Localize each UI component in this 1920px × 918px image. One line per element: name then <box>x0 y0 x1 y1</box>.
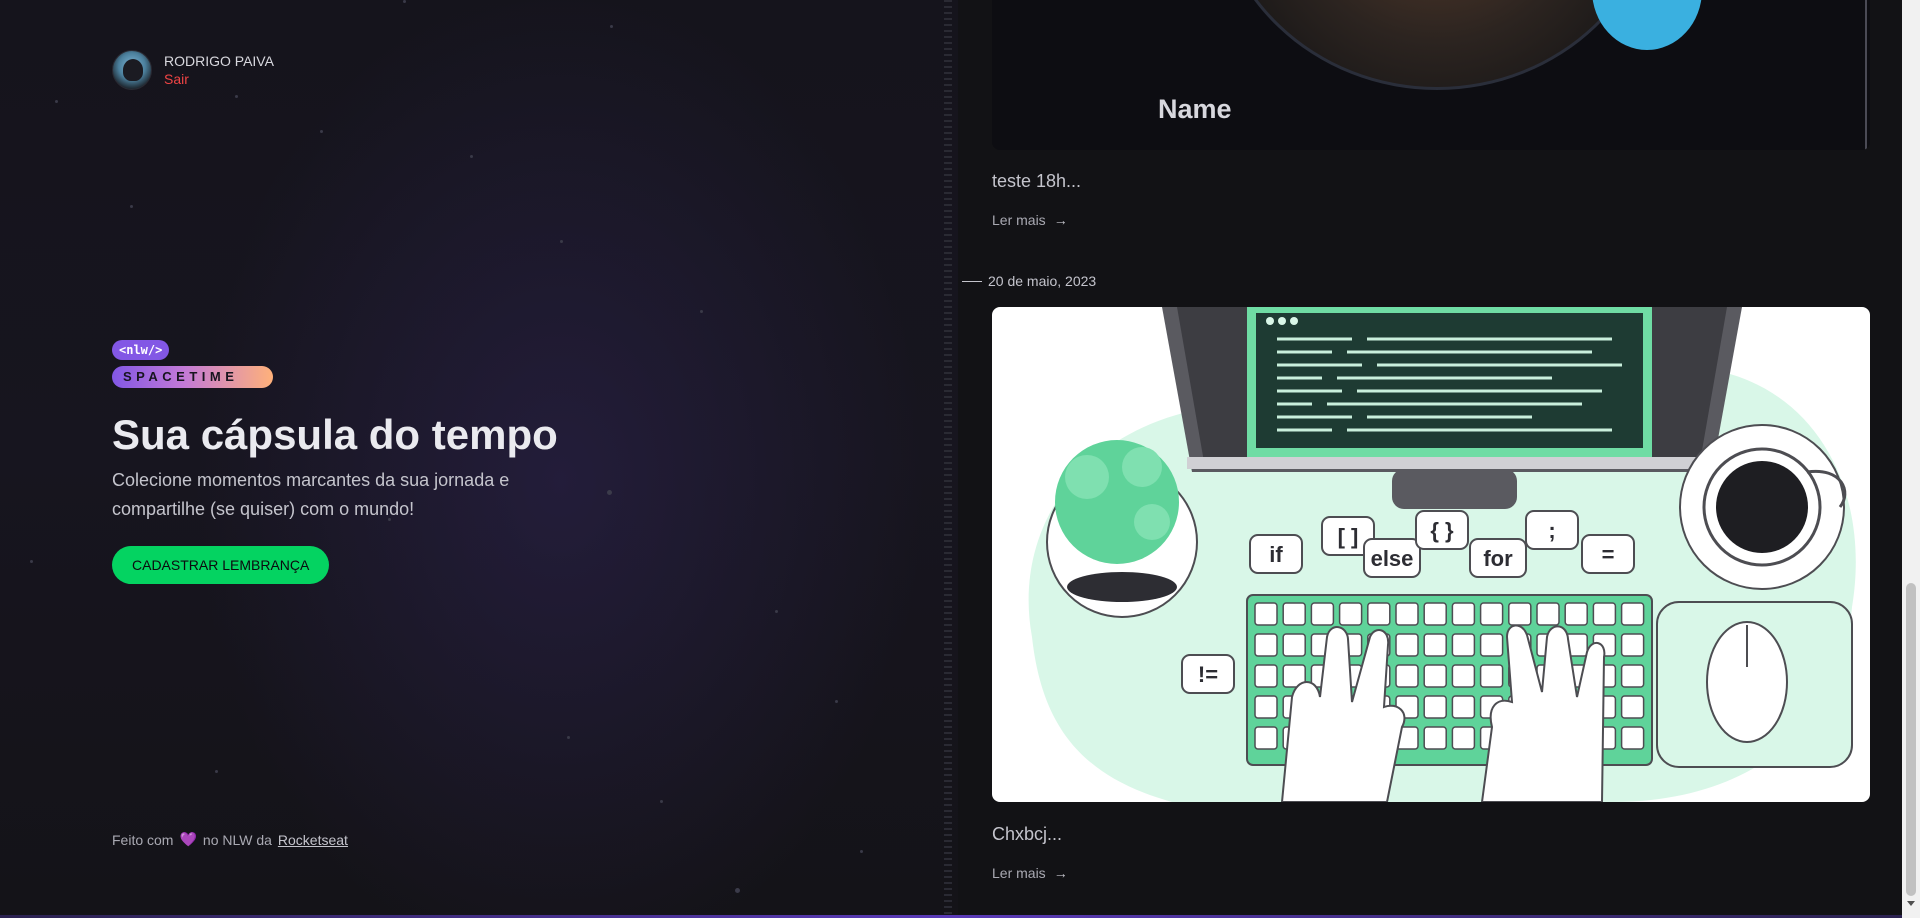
code-token-brackets: [ ] <box>1338 524 1359 549</box>
star <box>567 736 570 739</box>
star <box>607 490 612 495</box>
star <box>215 770 218 773</box>
profile-text: RODRIGO PAIVA Sair <box>164 52 274 88</box>
app-root: RODRIGO PAIVA Sair <nlw/> SPACETIME Sua … <box>0 0 1920 918</box>
logout-link[interactable]: Sair <box>164 70 274 88</box>
star <box>610 25 613 28</box>
logo-badge: <nlw/> <box>112 340 170 360</box>
star <box>470 155 473 158</box>
footer: Feito com 💜 no NLW da Rocketseat <box>112 831 348 848</box>
left-panel: RODRIGO PAIVA Sair <nlw/> SPACETIME Sua … <box>0 0 958 915</box>
star <box>735 888 740 893</box>
star <box>775 610 778 613</box>
avatar <box>112 50 152 90</box>
memory-image-shape <box>1592 0 1702 50</box>
star <box>320 130 323 133</box>
code-token-for: for <box>1483 546 1513 571</box>
memory-image-caption: Name <box>1158 94 1232 124</box>
timeline-panel: Name teste 18h... Ler mais → 20 de maio,… <box>958 0 1902 915</box>
memory-image: if [ ] else { } for ; = != <box>992 307 1870 802</box>
memory-image: Name <box>992 0 1870 150</box>
memory-image-portrait <box>1212 0 1662 90</box>
arrow-right-icon: → <box>1053 865 1068 881</box>
read-more-link[interactable]: Ler mais → <box>992 212 1068 228</box>
rocketseat-link[interactable]: Rocketseat <box>278 832 348 848</box>
page-title: Sua cápsula do tempo <box>112 411 558 458</box>
footer-prefix: Feito com <box>112 831 174 848</box>
user-profile: RODRIGO PAIVA Sair <box>112 50 274 90</box>
star <box>835 700 838 703</box>
hero-description: Colecione momentos marcantes da sua jorn… <box>112 470 510 519</box>
profile-name: RODRIGO PAIVA <box>164 53 274 69</box>
code-token-semicolon: ; <box>1548 518 1555 543</box>
memory-image-line <box>1865 0 1867 150</box>
star <box>130 205 133 208</box>
nlw-spacetime-logo: <nlw/> SPACETIME <box>112 340 282 390</box>
scrollbar-thumb[interactable] <box>1906 583 1916 896</box>
memory-excerpt: Chxbcj... <box>992 824 1063 844</box>
code-token-not-equals: != <box>1198 662 1218 687</box>
code-token-else: else <box>1371 546 1414 571</box>
footer-middle: no NLW da <box>202 831 272 848</box>
decorative-stripes <box>944 0 952 915</box>
memory-excerpt: teste 18h... <box>992 171 1082 191</box>
star <box>660 800 663 803</box>
star <box>560 240 563 243</box>
star <box>403 0 406 3</box>
arrow-right-icon: → <box>1053 212 1068 228</box>
scroll-down-icon[interactable] <box>1907 901 1915 906</box>
read-more-link[interactable]: Ler mais → <box>992 865 1068 881</box>
code-token-if: if <box>1269 542 1283 567</box>
date-line <box>962 280 982 282</box>
coding-illustration: if [ ] else { } for ; = != <box>1028 307 1856 802</box>
date-text: 20 de maio, 2023 <box>988 273 1097 289</box>
star <box>700 310 703 313</box>
create-memory-button[interactable]: CADASTRAR LEMBRANÇA <box>112 546 330 584</box>
read-more-label: Ler mais <box>992 212 1046 228</box>
code-token-equals: = <box>1602 542 1615 567</box>
read-more-label: Ler mais <box>992 865 1046 881</box>
code-token-braces: { } <box>1430 518 1454 543</box>
hero-section: <nlw/> SPACETIME Sua cápsula do tempo Co… <box>112 340 572 584</box>
star <box>235 95 238 98</box>
logo-wordmark: SPACETIME <box>112 366 273 388</box>
star <box>55 100 58 103</box>
star <box>30 560 33 563</box>
memory-date: 20 de maio, 2023 <box>962 273 1096 289</box>
heart-icon: 💜 <box>179 831 197 847</box>
star <box>860 850 863 853</box>
scrollbar[interactable] <box>1902 0 1920 918</box>
